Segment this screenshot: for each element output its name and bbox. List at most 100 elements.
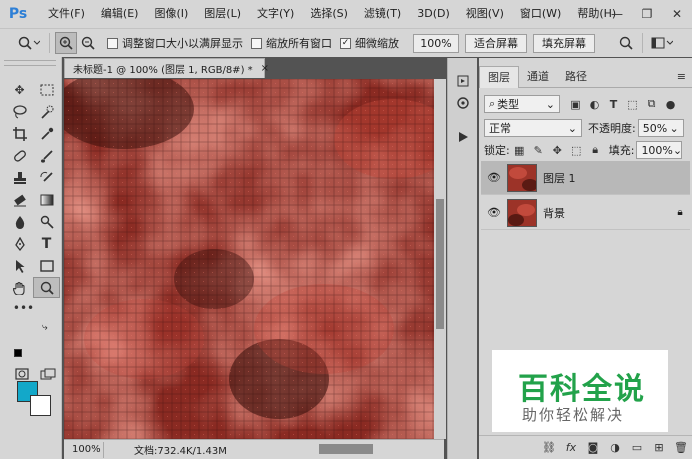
layer-name[interactable]: 背景 [543, 205, 670, 221]
document-tab[interactable]: 未标题-1 @ 100% (图层 1, RGB/8#) * × [64, 58, 269, 78]
gradient-tool-icon[interactable] [33, 189, 60, 210]
play-actions-icon[interactable] [448, 126, 478, 148]
menu-window[interactable]: 窗口(W) [512, 0, 569, 28]
screen-mode-icon[interactable] [34, 363, 61, 384]
dodge-tool-icon[interactable] [33, 211, 60, 232]
menu-file[interactable]: 文件(F) [40, 0, 93, 28]
type-tool-icon[interactable]: T [33, 233, 60, 254]
fit-screen-button[interactable]: 适合屏幕 [465, 33, 527, 53]
scrubby-zoom-option[interactable]: ✓ 细微缩放 [340, 35, 399, 51]
filter-smart-object-icon[interactable]: ⧉ [642, 95, 661, 113]
new-layer-icon[interactable]: ⊞ [648, 439, 670, 457]
swap-colors-icon[interactable]: ⤷ [42, 322, 48, 333]
link-layers-icon[interactable]: ⛓ [538, 439, 560, 457]
healing-brush-tool-icon[interactable] [6, 145, 33, 166]
zoom-tool-preset-icon[interactable] [14, 32, 44, 54]
delete-layer-icon[interactable]: 🗑︎ [670, 439, 692, 457]
close-document-icon[interactable]: × [261, 63, 269, 74]
adjustment-layer-icon[interactable]: ◑ [604, 439, 626, 457]
blur-tool-icon[interactable] [6, 211, 33, 232]
lock-label: 锁定: [484, 144, 510, 157]
panel-menu-icon[interactable]: ≡ [671, 66, 692, 88]
crop-tool-icon[interactable] [6, 123, 33, 144]
layer-row[interactable]: 👁︎ 背景 🔒︎ [481, 196, 690, 230]
history-brush-tool-icon[interactable] [33, 167, 60, 188]
brush-tool-icon[interactable] [33, 145, 60, 166]
tab-paths[interactable]: 路径 [557, 66, 595, 88]
blend-mode-select[interactable]: 正常 ⌄ [484, 119, 582, 137]
filter-toggle-icon[interactable]: ● [661, 95, 680, 113]
close-button[interactable]: ✕ [662, 0, 692, 28]
document-size-info[interactable]: 文档:732.4K/1.43M [134, 442, 227, 457]
toolbar-grip[interactable] [4, 60, 56, 66]
filter-adjustment-icon[interactable]: ◐ [585, 95, 604, 113]
resize-windows-checkbox[interactable] [107, 37, 118, 49]
horizontal-scrollbar[interactable] [263, 440, 444, 458]
menu-edit[interactable]: 编辑(E) [93, 0, 147, 28]
lock-pixels-icon[interactable]: ✎ [529, 141, 548, 159]
eraser-tool-icon[interactable] [6, 189, 33, 210]
fill-screen-button[interactable]: 填充屏幕 [533, 33, 595, 53]
new-group-icon[interactable]: ▭ [626, 439, 648, 457]
vertical-scroll-thumb[interactable] [436, 199, 444, 329]
layer-filter-select[interactable]: ⌕ 类型 ⌄ [484, 95, 560, 113]
search-icon[interactable] [615, 32, 637, 54]
eyedropper-tool-icon[interactable] [33, 123, 60, 144]
menu-view[interactable]: 视图(V) [458, 0, 512, 28]
zoom-all-checkbox[interactable] [251, 37, 262, 49]
visibility-eye-icon[interactable]: 👁︎ [481, 171, 507, 184]
lock-all-icon[interactable]: 🔒︎ [586, 141, 605, 159]
opacity-field[interactable]: 50% ⌄ [637, 119, 684, 137]
minimize-button[interactable]: — [602, 0, 632, 28]
zoom-out-icon[interactable] [77, 32, 99, 54]
tab-layers[interactable]: 图层 [479, 66, 519, 88]
menu-3d[interactable]: 3D(D) [409, 0, 458, 28]
horizontal-scroll-thumb[interactable] [319, 444, 373, 454]
edit-toolbar-icon[interactable]: ••• [10, 297, 37, 318]
quick-select-tool-icon[interactable] [33, 101, 60, 122]
filter-pixel-icon[interactable]: ▣ [566, 95, 585, 113]
clone-stamp-tool-icon[interactable] [6, 167, 33, 188]
add-mask-icon[interactable]: ◙ [582, 439, 604, 457]
hand-tool-icon[interactable] [6, 277, 33, 298]
background-color-swatch[interactable] [30, 395, 51, 416]
menu-type[interactable]: 文字(Y) [249, 0, 302, 28]
properties-panel-icon[interactable] [448, 92, 478, 114]
lock-transparent-icon[interactable]: ▦ [510, 141, 529, 159]
menu-image[interactable]: 图像(I) [146, 0, 196, 28]
workspace-icon[interactable] [648, 32, 676, 54]
pen-tool-icon[interactable] [6, 233, 33, 254]
layer-name[interactable]: 图层 1 [543, 170, 690, 186]
lock-artboard-icon[interactable]: ⬚ [567, 141, 586, 159]
filter-type-icon[interactable]: T [604, 95, 623, 113]
zoom-in-icon[interactable] [55, 32, 77, 54]
zoom-all-option[interactable]: 缩放所有窗口 [251, 35, 332, 51]
lock-position-icon[interactable]: ✥ [548, 141, 567, 159]
quick-mask-icon[interactable] [8, 363, 35, 384]
zoom-level-field[interactable]: 100% [64, 441, 104, 458]
document-canvas[interactable] [64, 79, 435, 439]
history-panel-icon[interactable] [448, 70, 478, 92]
move-tool-icon[interactable]: ✥ [6, 79, 33, 100]
tab-channels[interactable]: 通道 [519, 66, 557, 88]
fill-field[interactable]: 100% ⌄ [636, 141, 683, 159]
path-select-tool-icon[interactable] [6, 255, 33, 276]
default-colors-icon[interactable] [14, 349, 22, 357]
visibility-eye-icon[interactable]: 👁︎ [481, 206, 507, 219]
lasso-tool-icon[interactable] [6, 101, 33, 122]
filter-kind-value: 类型 [497, 98, 520, 111]
resize-windows-option[interactable]: 调整窗口大小以满屏显示 [107, 35, 243, 51]
rectangle-tool-icon[interactable] [33, 255, 60, 276]
zoom-100-button[interactable]: 100% [413, 33, 459, 53]
scrubby-zoom-checkbox[interactable]: ✓ [340, 37, 351, 49]
vertical-scrollbar[interactable] [434, 79, 446, 439]
marquee-tool-icon[interactable] [33, 79, 60, 100]
zoom-tool-icon[interactable] [33, 277, 60, 298]
menu-filter[interactable]: 滤镜(T) [356, 0, 409, 28]
restore-button[interactable]: ❐ [632, 0, 662, 28]
menu-select[interactable]: 选择(S) [302, 0, 356, 28]
menu-layer[interactable]: 图层(L) [196, 0, 249, 28]
layer-row[interactable]: 👁︎ 图层 1 [481, 161, 690, 195]
layer-style-fx-icon[interactable]: fx [560, 439, 582, 457]
filter-shape-icon[interactable]: ⬚ [623, 95, 642, 113]
